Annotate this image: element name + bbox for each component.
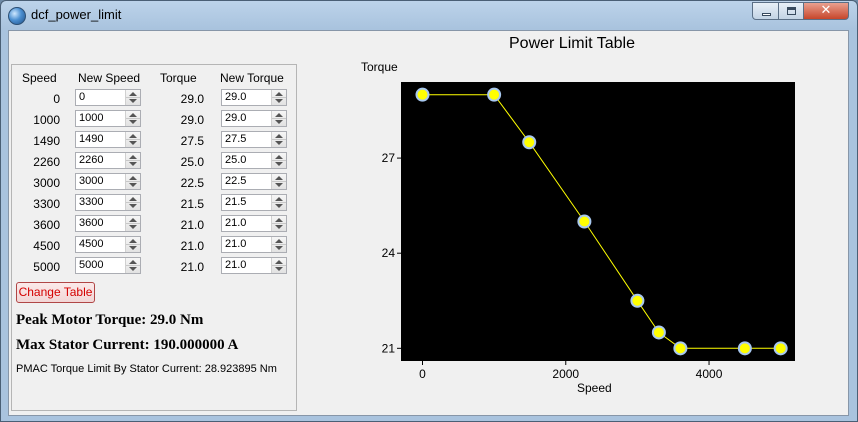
title-bar[interactable]: dcf_power_limit ✕ <box>1 1 857 29</box>
maximize-button[interactable] <box>778 2 804 20</box>
data-point <box>737 341 752 356</box>
close-icon: ✕ <box>820 3 832 18</box>
close-button[interactable]: ✕ <box>803 2 849 20</box>
app-globe-icon <box>8 7 26 25</box>
y-tick-label: 24 <box>382 246 396 260</box>
minimize-button[interactable] <box>752 2 779 20</box>
window-title: dcf_power_limit <box>31 7 122 22</box>
client-area: Speed New Speed Torque New Torque 00 29.… <box>8 30 849 416</box>
data-point <box>651 325 666 340</box>
data-point <box>522 135 537 150</box>
data-point <box>487 87 502 102</box>
data-point <box>673 341 688 356</box>
y-tick-label: 21 <box>382 341 396 355</box>
power-limit-chart: 21 24 27 0 2000 4000 <box>382 82 795 381</box>
data-point <box>577 214 592 229</box>
x-tick-label: 0 <box>419 367 426 381</box>
data-point <box>415 87 430 102</box>
y-tick-label: 27 <box>382 151 396 165</box>
plot-area <box>401 82 795 361</box>
x-tick-label: 4000 <box>696 367 723 381</box>
x-tick-label: 2000 <box>552 367 579 381</box>
app-window: dcf_power_limit ✕ Speed New Speed Torque… <box>0 0 858 422</box>
data-point <box>773 341 788 356</box>
data-point <box>630 293 645 308</box>
